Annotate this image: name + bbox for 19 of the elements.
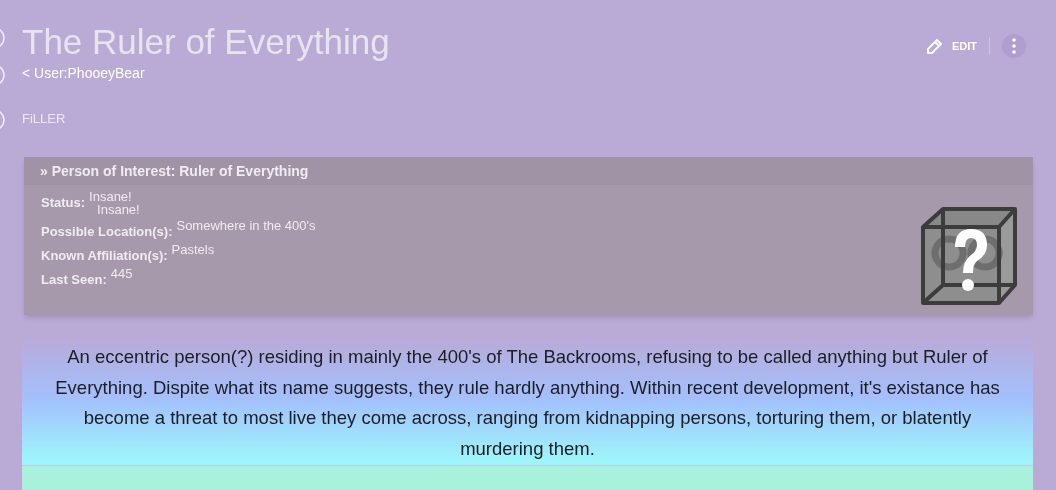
- field-value: Somewhere in the 400's: [176, 219, 316, 233]
- pencil-icon: [925, 37, 944, 55]
- edit-button[interactable]: EDIT: [925, 37, 977, 55]
- field-label: Known Affiliation(s):: [41, 247, 168, 265]
- kebab-menu-icon: [1012, 38, 1016, 54]
- question-cube-icon: [919, 207, 1019, 307]
- field-value: Pastels: [171, 243, 215, 257]
- breadcrumb-link[interactable]: < User:PhooeyBear: [22, 64, 390, 82]
- field-value: 445: [110, 267, 133, 281]
- more-options-button[interactable]: [1002, 34, 1026, 58]
- category-label: FiLLER: [22, 110, 67, 128]
- field-label: Status:: [41, 194, 86, 212]
- field-value: Insane!: [97, 203, 140, 217]
- field-label: Last Seen:: [41, 271, 107, 289]
- page-title: The Ruler of Everything: [22, 21, 390, 63]
- field-label: Possible Location(s):: [41, 223, 173, 241]
- field-value: Insane!: [89, 190, 133, 204]
- description-text: An eccentric person(?) residing in mainly the 400's of The Backrooms, refusing to be called anything but Ruler of Everything. Dispite what its name suggests, they rule hardly anything. Within recent development, it's existance has become a threat to most live they come across, ranging from kidnapping persons, torturing them, or blatently murdering them.: [54, 345, 1001, 461]
- infobox-heading: » Person of Interest: Ruler of Everything: [40, 161, 309, 181]
